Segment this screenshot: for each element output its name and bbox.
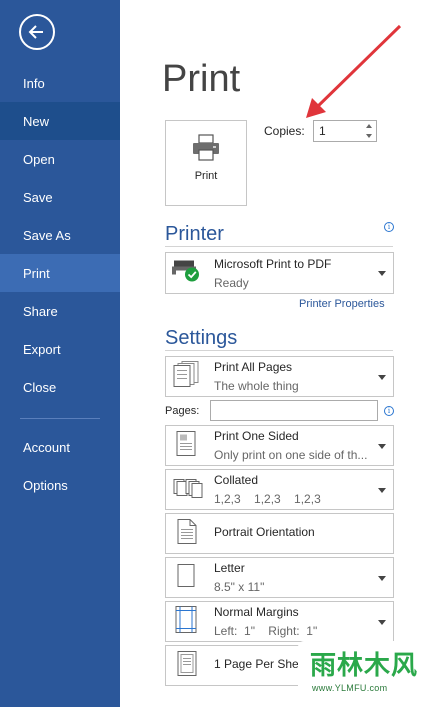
printer-info-icon[interactable]: i [384, 222, 394, 232]
collation-label: Collated [214, 473, 259, 487]
nav-label: Print [23, 265, 50, 281]
nav-label: New [23, 113, 50, 129]
nav-label: Export [23, 341, 61, 357]
paper-size-label: Letter [214, 561, 245, 575]
watermark-logo-text: 雨林木风 [310, 651, 419, 681]
pages-per-sheet-label: 1 Page Per Shee [214, 657, 306, 671]
chevron-down-icon [378, 619, 386, 625]
copies-label: Copies: [264, 124, 305, 138]
settings-heading: Settings [165, 327, 238, 349]
paper-size-desc: 8.5" x 11" [214, 580, 265, 594]
printer-divider [165, 246, 393, 247]
nav-divider [20, 418, 100, 419]
nav-label: Info [23, 75, 45, 91]
margins-icon [172, 604, 202, 639]
margins-label: Normal Margins [214, 605, 299, 619]
watermark-url: www.YLMFU.com [312, 683, 388, 693]
orientation-label: Portrait Orientation [214, 525, 315, 539]
one-sided-icon [172, 429, 202, 462]
orientation-select[interactable]: Portrait Orientation [165, 513, 394, 554]
nav-export[interactable]: Export [0, 330, 120, 368]
pages-label: Pages: [165, 405, 200, 417]
nav-label: Share [23, 303, 58, 319]
copies-input[interactable]: 1 [313, 120, 377, 142]
print-button-label: Print [194, 170, 218, 182]
portrait-icon [172, 517, 202, 550]
nav-label: Save As [23, 227, 71, 243]
chevron-down-icon [378, 443, 386, 449]
copies-stepper[interactable] [364, 123, 374, 139]
nav-options[interactable]: Options [0, 466, 120, 504]
watermark-logo: 雨林木风 www.YLMFU.com [298, 641, 434, 703]
sides-select[interactable]: Print One Sided Only print on one side o… [165, 425, 394, 466]
printer-name: Microsoft Print to PDF [214, 257, 332, 271]
nav-label: Options [23, 477, 68, 493]
sides-desc: Only print on one side of th... [214, 448, 368, 462]
nav-share[interactable]: Share [0, 292, 120, 330]
nav-close[interactable]: Close [0, 368, 120, 406]
increment-arrow-icon[interactable] [366, 124, 372, 128]
back-button[interactable] [19, 14, 55, 50]
paper-size-select[interactable]: Letter 8.5" x 11" [165, 557, 394, 598]
paper-size-icon [172, 561, 202, 594]
collation-desc: 1,2,3 1,2,3 1,2,3 [214, 492, 321, 506]
back-arrow-icon [28, 25, 43, 39]
printer-status: Ready [214, 276, 249, 290]
nav-label: Open [23, 151, 55, 167]
nav-label: Save [23, 189, 53, 205]
chevron-down-icon [378, 487, 386, 493]
print-range-label: Print All Pages [214, 360, 293, 374]
nav-save[interactable]: Save [0, 178, 120, 216]
nav-account[interactable]: Account [0, 428, 120, 466]
nav-label: Account [23, 439, 70, 455]
nav-save-as[interactable]: Save As [0, 216, 120, 254]
decrement-arrow-icon[interactable] [366, 134, 372, 138]
nav-label: Close [23, 379, 57, 395]
pages-per-sheet-icon [172, 649, 202, 682]
pages-input[interactable] [210, 400, 378, 421]
printer-icon [193, 134, 219, 161]
backstage-sidebar: Info New Open Save Save As Print Share E… [0, 0, 120, 707]
print-range-select[interactable]: Print All Pages The whole thing [165, 356, 394, 397]
nav-info[interactable]: Info [0, 64, 120, 102]
chevron-down-icon [378, 575, 386, 581]
settings-divider [165, 350, 393, 351]
chevron-down-icon [378, 374, 386, 380]
pages-icon [172, 360, 202, 393]
nav-new[interactable]: New [0, 102, 120, 140]
nav-open[interactable]: Open [0, 140, 120, 178]
page-title: Print [162, 58, 241, 100]
collated-icon [172, 475, 204, 504]
collation-select[interactable]: Collated 1,2,3 1,2,3 1,2,3 [165, 469, 394, 510]
annotation-arrow-icon [306, 24, 402, 118]
printer-ready-icon [172, 258, 202, 289]
copies-value: 1 [319, 124, 326, 138]
printer-properties-link[interactable]: Printer Properties [299, 298, 385, 310]
printer-select[interactable]: Microsoft Print to PDF Ready [165, 252, 394, 294]
pages-info-icon[interactable]: i [384, 406, 394, 416]
print-range-desc: The whole thing [214, 379, 299, 393]
printer-heading: Printer [165, 223, 224, 245]
sides-label: Print One Sided [214, 429, 299, 443]
margins-select[interactable]: Normal Margins Left: 1" Right: 1" [165, 601, 394, 642]
print-button[interactable]: Print [165, 120, 247, 206]
chevron-down-icon [378, 271, 386, 276]
margins-desc: Left: 1" Right: 1" [214, 624, 318, 638]
nav-print[interactable]: Print [0, 254, 120, 292]
